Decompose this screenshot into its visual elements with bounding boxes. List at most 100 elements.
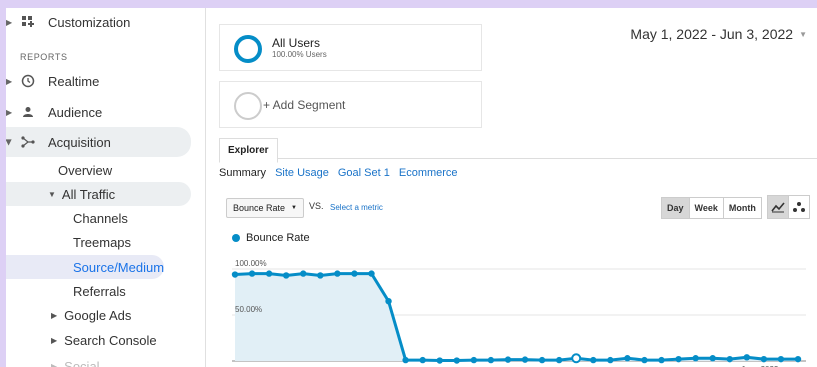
granularity-month-button[interactable]: Month	[722, 197, 762, 219]
chart-point[interactable]	[436, 357, 443, 364]
chart-point[interactable]	[265, 270, 273, 277]
sidebar-item-social[interactable]: ▶ Social	[51, 354, 100, 367]
subtab-summary[interactable]: Summary	[219, 167, 266, 179]
reports-section-header: REPORTS	[20, 52, 68, 62]
acquisition-icon	[20, 134, 36, 150]
chart-point[interactable]	[777, 355, 785, 363]
chart-point[interactable]	[334, 270, 341, 277]
add-segment-label: + Add Segment	[263, 98, 346, 112]
caret-right-icon: ▶	[6, 107, 13, 117]
metric-select-dropdown[interactable]: Bounce Rate ▼	[226, 198, 304, 218]
empty-segment-ring-icon	[234, 92, 262, 120]
sidebar-item-label: Acquisition	[48, 134, 111, 150]
caret-right-icon: ▶	[6, 17, 13, 27]
chart-point[interactable]	[351, 270, 358, 277]
add-segment-button[interactable]: + Add Segment	[219, 81, 482, 128]
metric-select-label: Bounce Rate	[233, 203, 286, 213]
person-icon	[20, 104, 36, 120]
date-range-picker[interactable]: May 1, 2022 - Jun 3, 2022 ▼	[630, 26, 807, 42]
subtab-goal-set-1[interactable]: Goal Set 1	[338, 167, 390, 179]
chart-point[interactable]	[521, 356, 529, 363]
granularity-day-button[interactable]: Day	[661, 197, 690, 219]
sidebar-item-label: All Traffic	[61, 186, 116, 202]
granularity-toggle: Day Week Month	[661, 197, 762, 219]
chart-point[interactable]	[709, 355, 716, 362]
chart-point[interactable]	[504, 356, 512, 363]
sidebar-item-all-traffic[interactable]: ▼ All Traffic	[48, 182, 115, 206]
chart-point-highlighted[interactable]	[571, 353, 582, 364]
motion-chart-button[interactable]	[788, 195, 810, 219]
sidebar-item-customization[interactable]: ▶ Customization	[6, 9, 206, 35]
tab-divider	[219, 158, 817, 159]
chart-point[interactable]	[641, 356, 648, 364]
sidebar-item-label: Customization	[48, 14, 131, 30]
chart-point[interactable]	[658, 356, 665, 364]
chart-point[interactable]	[607, 356, 614, 364]
sidebar-item-treemaps[interactable]: Treemaps	[73, 230, 131, 254]
segment-all-users[interactable]: All Users 100.00% Users	[219, 24, 482, 71]
chart-point[interactable]	[419, 356, 426, 364]
y-tick-label: 100.00%	[235, 259, 267, 268]
bounce-rate-chart: 100.00%50.00%June 2022	[231, 259, 806, 367]
chart-point[interactable]	[402, 356, 409, 364]
sidebar-item-label: Channels	[73, 210, 128, 226]
chart-point[interactable]	[453, 357, 460, 364]
segment-subtitle: 100.00% Users	[272, 50, 327, 59]
sidebar-item-search-console[interactable]: ▶ Search Console	[51, 328, 157, 352]
chart-point[interactable]	[675, 355, 682, 363]
analytics-frame: ▶ Customization REPORTS ▶ Realtime ▶ Aud…	[6, 8, 817, 367]
chart-legend: Bounce Rate	[232, 232, 310, 244]
select-metric-link[interactable]: Select a metric	[330, 203, 383, 212]
sidebar-item-referrals[interactable]: Referrals	[73, 279, 126, 303]
chart-type-toggle	[767, 195, 810, 219]
chart-point[interactable]	[248, 270, 256, 277]
subtab-ecommerce[interactable]: Ecommerce	[399, 167, 458, 179]
caret-right-icon: ▶	[51, 335, 58, 345]
chart-point[interactable]	[555, 356, 563, 364]
chart-point[interactable]	[743, 354, 751, 361]
chart-point[interactable]	[470, 356, 478, 364]
legend-label: Bounce Rate	[246, 232, 310, 244]
sidebar-item-label: Social	[64, 358, 100, 367]
sidebar-item-label: Treemaps	[73, 234, 132, 250]
tab-explorer[interactable]: Explorer	[219, 138, 278, 163]
date-range-label: May 1, 2022 - Jun 3, 2022	[630, 26, 794, 42]
line-chart-icon	[771, 202, 785, 213]
sidebar-item-label: Overview	[58, 162, 113, 178]
sidebar-item-label: Realtime	[48, 73, 100, 89]
chart-point[interactable]	[726, 355, 733, 363]
sidebar-item-audience[interactable]: ▶ Audience	[6, 99, 206, 125]
sidebar-item-overview[interactable]: Overview	[58, 158, 112, 182]
chart-point[interactable]	[760, 355, 768, 363]
sidebar-item-acquisition[interactable]: ▶ Acquisition	[6, 129, 206, 155]
chart-area-fill	[235, 273, 798, 361]
chart-point[interactable]	[317, 272, 324, 279]
sidebar-item-label: Referrals	[73, 283, 126, 299]
caret-right-icon: ▶	[6, 76, 13, 86]
chart-point[interactable]	[538, 356, 546, 364]
sidebar-item-channels[interactable]: Channels	[73, 206, 128, 230]
granularity-week-button[interactable]: Week	[688, 197, 724, 219]
sidebar-item-google-ads[interactable]: ▶ Google Ads	[51, 303, 131, 327]
chart-point[interactable]	[487, 356, 495, 364]
chart-point[interactable]	[385, 298, 392, 305]
chart-point[interactable]	[300, 270, 307, 277]
chart-point[interactable]	[590, 356, 597, 364]
subtab-site-usage[interactable]: Site Usage	[275, 167, 329, 179]
chart-point[interactable]	[368, 270, 375, 277]
sidebar-item-label: Source/Medium	[73, 259, 165, 275]
chart-point[interactable]	[282, 272, 290, 279]
chart-point[interactable]	[624, 355, 631, 362]
clock-icon	[20, 73, 36, 89]
chart-point[interactable]	[231, 271, 239, 278]
customization-icon	[20, 14, 36, 30]
chart-point[interactable]	[794, 355, 802, 363]
sidebar-item-realtime[interactable]: ▶ Realtime	[6, 68, 206, 94]
sidebar-item-label: Google Ads	[64, 307, 132, 323]
line-chart-button[interactable]	[767, 195, 789, 219]
y-tick-label: 50.00%	[235, 305, 262, 314]
chart-point[interactable]	[692, 355, 699, 362]
dropdown-arrow-icon: ▼	[291, 205, 297, 211]
sidebar-item-source-medium[interactable]: Source/Medium	[73, 255, 164, 279]
dropdown-arrow-icon: ▼	[799, 29, 807, 39]
